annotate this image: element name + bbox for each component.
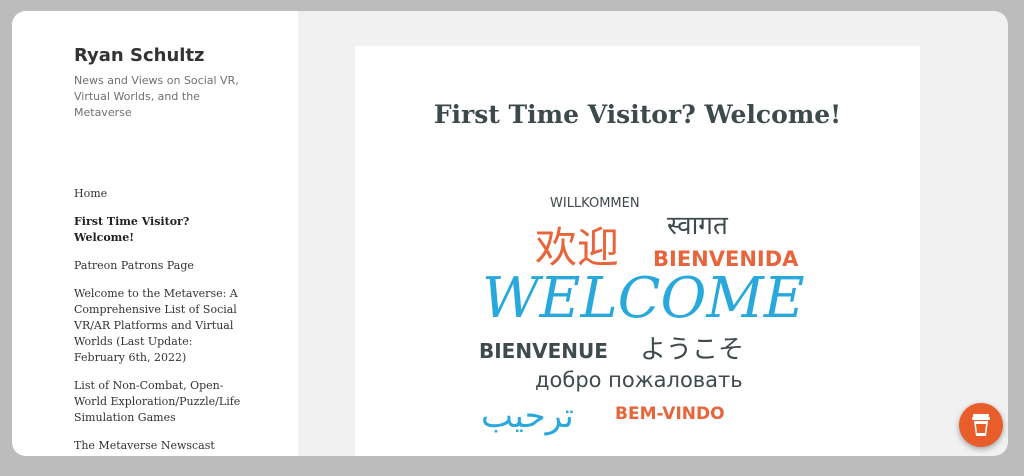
nav-item-patreon[interactable]: Patreon Patrons Page [74, 258, 244, 274]
coffee-cup-icon [972, 414, 990, 436]
word-bienvenue: BIENVENUE [479, 339, 608, 363]
buy-coffee-button[interactable] [959, 403, 1003, 447]
word-willkommen: WILLKOMMEN [550, 196, 640, 211]
nav-item-non-combat-games[interactable]: List of Non-Combat, Open-World Explorati… [74, 378, 244, 426]
page-title: First Time Visitor? Welcome! [433, 100, 842, 129]
word-bem-vindo: BEM-VINDO [615, 404, 725, 424]
site-title[interactable]: Ryan Schultz [74, 45, 205, 66]
word-welcome: WELCOME [482, 266, 805, 331]
word-swagat: स्वागत [667, 211, 728, 241]
nav-item-metaverse-newscast[interactable]: The Metaverse Newscast (Season One) [74, 438, 244, 456]
word-tarhib: ترحيب [481, 396, 574, 436]
site-description: News and Views on Social VR, Virtual Wor… [74, 74, 239, 119]
browser-frame: Ryan Schultz News and Views on Social VR… [12, 11, 1008, 456]
sidebar-nav: Home First Time Visitor? Welcome! Patreo… [74, 186, 244, 456]
main-content: First Time Visitor? Welcome! WILLKOMMEN … [355, 46, 920, 456]
nav-item-first-time-visitor[interactable]: First Time Visitor? Welcome! [74, 214, 244, 246]
word-dobro-pozhalovat: добро пожаловать [535, 368, 743, 392]
word-youkoso: ようこそ [640, 335, 745, 365]
nav-item-welcome-metaverse[interactable]: Welcome to the Metaverse: A Comprehensiv… [74, 286, 244, 366]
nav-item-home[interactable]: Home [74, 186, 244, 202]
sidebar: Ryan Schultz News and Views on Social VR… [12, 11, 298, 456]
